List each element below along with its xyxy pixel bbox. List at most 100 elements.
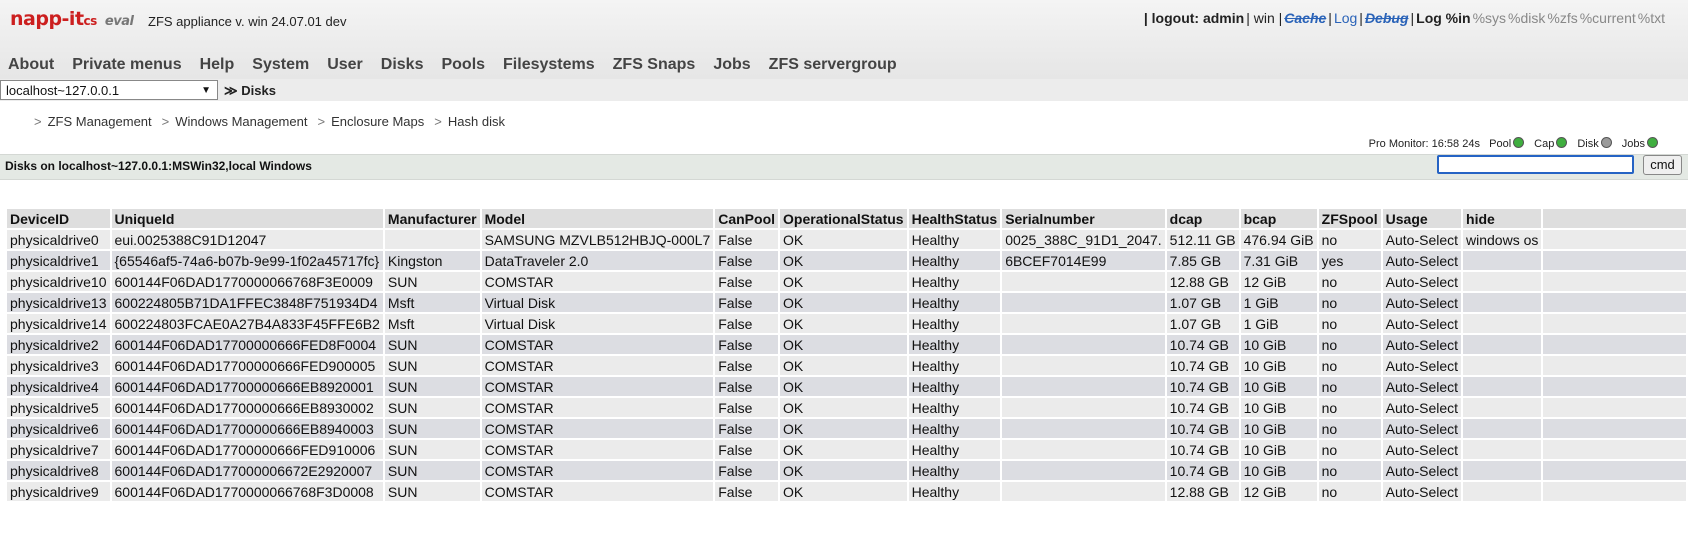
table-row[interactable]: physicaldrive4 600144F06DAD17700000666EB8…: [7, 377, 1686, 396]
column-header[interactable]: ZFSpool: [1318, 209, 1381, 228]
table-cell[interactable]: Auto-Select: [1382, 314, 1462, 333]
table-cell[interactable]: Auto-Select: [1382, 251, 1462, 270]
table-cell[interactable]: Auto-Select: [1382, 377, 1462, 396]
menu-item[interactable]: Help: [200, 56, 235, 73]
table-cell[interactable]: Auto-Select: [1382, 272, 1462, 291]
menu-item[interactable]: ZFS servergroup: [769, 56, 897, 73]
table-row[interactable]: physicaldrive13 600224805B71DA1FFEC3848F7…: [7, 293, 1686, 312]
table-cell[interactable]: [1463, 335, 1542, 354]
top-link[interactable]: %txt: [1638, 10, 1665, 26]
table-cell[interactable]: [1463, 440, 1542, 459]
column-header[interactable]: Serialnumber: [1002, 209, 1165, 228]
column-header[interactable]: hide: [1463, 209, 1542, 228]
top-link[interactable]: %sys: [1473, 10, 1506, 26]
monitor-label[interactable]: Pool: [1489, 138, 1511, 150]
menu-item[interactable]: User: [327, 56, 363, 73]
top-link[interactable]: Debug: [1365, 10, 1409, 26]
column-header[interactable]: CanPool: [715, 209, 779, 228]
table-cell[interactable]: Auto-Select: [1382, 482, 1462, 501]
table-cell[interactable]: Auto-Select: [1382, 293, 1462, 312]
top-link[interactable]: %zfs: [1547, 10, 1577, 26]
column-header[interactable]: Model: [481, 209, 714, 228]
table-cell[interactable]: [1463, 419, 1542, 438]
menu-item[interactable]: Disks: [381, 56, 424, 73]
table-row[interactable]: physicaldrive1 {65546af5-74a6-b07b-9e99-1…: [7, 251, 1686, 270]
table-cell[interactable]: physicaldrive9: [7, 482, 110, 501]
column-header[interactable]: DeviceID: [7, 209, 110, 228]
table-row[interactable]: physicaldrive7 600144F06DAD17700000666FED…: [7, 440, 1686, 459]
table-cell[interactable]: [1463, 251, 1542, 270]
table-row[interactable]: physicaldrive0 eui.0025388C91D12047 SAMSUN…: [7, 230, 1686, 249]
cmd-button[interactable]: cmd: [1643, 155, 1682, 175]
table-cell[interactable]: Auto-Select: [1382, 356, 1462, 375]
monitor-label[interactable]: Jobs: [1622, 138, 1645, 150]
top-link[interactable]: | win |: [1246, 10, 1282, 26]
table-cell[interactable]: [1463, 293, 1542, 312]
top-link[interactable]: | logout: admin: [1144, 10, 1244, 26]
cmd-input[interactable]: [1437, 155, 1634, 174]
column-header[interactable]: UniqueId: [111, 209, 383, 228]
table-cell[interactable]: physicaldrive4: [7, 377, 110, 396]
table-row[interactable]: physicaldrive10 600144F06DAD1770000066768…: [7, 272, 1686, 291]
table-cell[interactable]: physicaldrive3: [7, 356, 110, 375]
menu-item[interactable]: About: [8, 56, 54, 73]
menu-item[interactable]: System: [252, 56, 309, 73]
column-header[interactable]: Manufacturer: [384, 209, 480, 228]
column-header[interactable]: bcap: [1240, 209, 1317, 228]
table-row[interactable]: physicaldrive5 600144F06DAD17700000666EB8…: [7, 398, 1686, 417]
menu-item[interactable]: Filesystems: [503, 56, 595, 73]
table-cell[interactable]: physicaldrive1: [7, 251, 110, 270]
table-row[interactable]: physicaldrive2 600144F06DAD17700000666FED…: [7, 335, 1686, 354]
app-logo[interactable]: napp-itcs eval: [10, 8, 134, 30]
top-link[interactable]: Log %in: [1416, 10, 1470, 26]
column-header[interactable]: HealthStatus: [908, 209, 1001, 228]
table-cell[interactable]: physicaldrive5: [7, 398, 110, 417]
top-link[interactable]: %current: [1580, 10, 1636, 26]
menu-item[interactable]: Private menus: [72, 56, 181, 73]
table-row[interactable]: physicaldrive14 600224803FCAE0A27B4A833F4…: [7, 314, 1686, 333]
monitor-label[interactable]: Disk: [1577, 138, 1598, 150]
table-cell[interactable]: [1463, 356, 1542, 375]
menu-item[interactable]: ZFS Snaps: [613, 56, 696, 73]
submenu-item[interactable]: Hash disk: [448, 114, 505, 129]
table-cell[interactable]: physicaldrive2: [7, 335, 110, 354]
table-row[interactable]: physicaldrive3 600144F06DAD17700000666FED…: [7, 356, 1686, 375]
top-link[interactable]: Log: [1334, 10, 1357, 26]
column-header[interactable]: OperationalStatus: [780, 209, 907, 228]
table-row[interactable]: physicaldrive9 600144F06DAD1770000066768F…: [7, 482, 1686, 501]
table-cell[interactable]: Auto-Select: [1382, 335, 1462, 354]
table-cell[interactable]: physicaldrive14: [7, 314, 110, 333]
submenu-item[interactable]: Windows Management: [175, 114, 307, 129]
table-cell[interactable]: Auto-Select: [1382, 230, 1462, 249]
column-header[interactable]: Usage: [1382, 209, 1462, 228]
table-cell[interactable]: physicaldrive13: [7, 293, 110, 312]
monitor-label[interactable]: Cap: [1534, 138, 1554, 150]
top-link[interactable]: %disk: [1508, 10, 1545, 26]
table-cell[interactable]: [1463, 482, 1542, 501]
table-cell[interactable]: windows os: [1463, 230, 1542, 249]
table-cell[interactable]: Auto-Select: [1382, 461, 1462, 480]
table-row[interactable]: physicaldrive6 600144F06DAD17700000666EB8…: [7, 419, 1686, 438]
top-link[interactable]: Cache: [1284, 10, 1326, 26]
submenu-item[interactable]: Enclosure Maps: [331, 114, 424, 129]
table-cell[interactable]: physicaldrive7: [7, 440, 110, 459]
table-cell[interactable]: [1463, 461, 1542, 480]
server-select[interactable]: localhost~127.0.0.1 ▼: [0, 80, 218, 100]
table-cell[interactable]: [1463, 377, 1542, 396]
table-cell[interactable]: [1463, 398, 1542, 417]
table-cell[interactable]: physicaldrive10: [7, 272, 110, 291]
table-cell[interactable]: physicaldrive6: [7, 419, 110, 438]
table-cell[interactable]: Auto-Select: [1382, 440, 1462, 459]
table-cell[interactable]: Auto-Select: [1382, 398, 1462, 417]
menu-item[interactable]: Jobs: [713, 56, 750, 73]
table-cell[interactable]: [1463, 314, 1542, 333]
column-header[interactable]: dcap: [1166, 209, 1239, 228]
menu-item[interactable]: Pools: [441, 56, 485, 73]
table-cell[interactable]: physicaldrive8: [7, 461, 110, 480]
table-row[interactable]: physicaldrive8 600144F06DAD177000006672E2…: [7, 461, 1686, 480]
column-header[interactable]: [1543, 209, 1686, 228]
table-cell[interactable]: [1463, 272, 1542, 291]
table-cell[interactable]: physicaldrive0: [7, 230, 110, 249]
submenu-item[interactable]: ZFS Management: [48, 114, 152, 129]
table-cell[interactable]: Auto-Select: [1382, 419, 1462, 438]
